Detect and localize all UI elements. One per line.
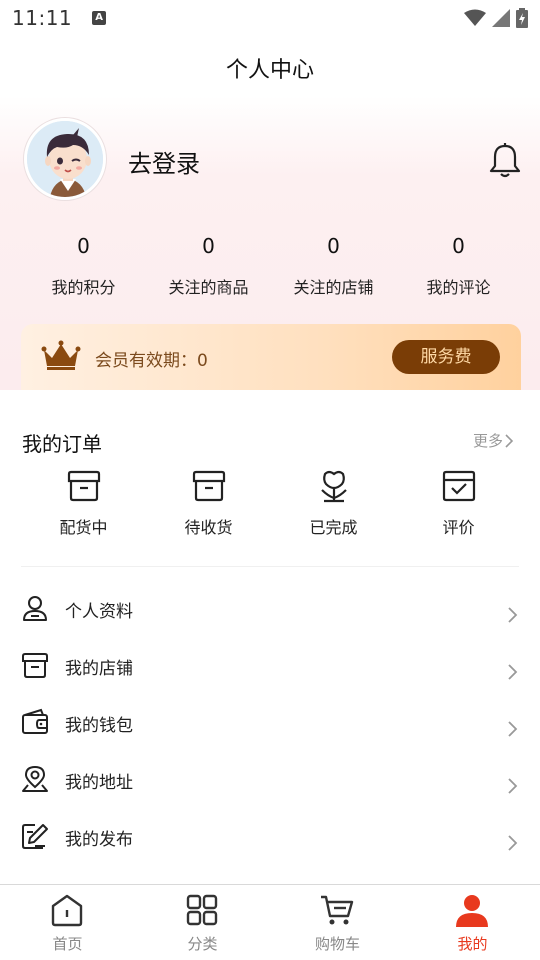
menu-item-my-store[interactable]: 我的店铺 (0, 624, 540, 681)
menu-item-address[interactable]: 我的地址 (0, 738, 540, 795)
membership-card: 会员有效期：0 服务费 (21, 324, 521, 390)
service-fee-button[interactable]: 服务费 (392, 340, 500, 374)
stat-value: 0 (327, 234, 340, 258)
chevron-right-icon (508, 778, 518, 794)
stat-value: 0 (202, 234, 215, 258)
tab-label: 分类 (187, 935, 218, 953)
stats-row: 0 我的积分 0 关注的商品 0 关注的店铺 0 我的评论 (21, 232, 521, 298)
stat-value: 0 (77, 234, 90, 258)
order-label: 配货中 (59, 518, 108, 537)
stat-comments[interactable]: 0 我的评论 (396, 232, 521, 298)
menu-label: 我的发布 (65, 830, 133, 850)
stat-followed-products[interactable]: 0 关注的商品 (146, 232, 271, 298)
tab-label: 首页 (52, 935, 83, 953)
notification-icon: A (92, 11, 107, 25)
avatar[interactable] (24, 118, 106, 200)
stat-label: 我的积分 (51, 278, 116, 297)
person-icon (456, 895, 488, 927)
store-icon (22, 653, 48, 678)
chevron-right-icon (508, 607, 518, 623)
order-label: 待收货 (184, 518, 233, 537)
menu-item-my-posts[interactable]: 我的发布 (0, 795, 540, 852)
menu-label: 我的钱包 (65, 716, 133, 736)
box-icon (67, 470, 100, 502)
stat-points[interactable]: 0 我的积分 (21, 232, 146, 298)
chevron-right-icon (505, 433, 514, 448)
flower-icon (320, 470, 347, 503)
order-label: 已完成 (309, 518, 358, 537)
chevron-right-icon (508, 835, 518, 851)
status-bar: 11:11 A (0, 0, 540, 36)
user-icon (23, 596, 47, 621)
page-title: 个人中心 (225, 58, 314, 83)
menu-item-wallet[interactable]: 我的钱包 (0, 681, 540, 738)
menu-item-profile[interactable]: 个人资料 (0, 567, 540, 624)
cart-icon (321, 895, 354, 925)
menu-label: 个人资料 (65, 602, 133, 622)
tab-mine[interactable]: 我的 (405, 885, 540, 960)
menu-label: 我的地址 (65, 773, 133, 793)
check-box-icon (442, 470, 475, 502)
location-icon (22, 765, 48, 792)
order-review[interactable]: 评价 (396, 468, 521, 538)
orders-more-link[interactable]: 更多 (473, 430, 515, 451)
login-link[interactable]: 去登录 (128, 144, 200, 179)
bottom-tab-bar: 首页 分类 购物车 我的 (0, 884, 540, 960)
stat-value: 0 (452, 234, 465, 258)
chevron-right-icon (508, 721, 518, 737)
membership-expiry: 会员有效期：0 (95, 351, 208, 371)
menu-label: 我的店铺 (65, 659, 133, 679)
tab-category[interactable]: 分类 (135, 885, 270, 960)
order-to-receive[interactable]: 待收货 (146, 468, 271, 538)
tab-cart[interactable]: 购物车 (270, 885, 405, 960)
signal-icon (492, 9, 510, 27)
home-icon (51, 894, 83, 927)
stat-label: 关注的店铺 (293, 278, 374, 297)
grid-icon (186, 894, 218, 926)
menu-list: 个人资料 我的店铺 我的钱包 我的地址 我的发布 (0, 567, 540, 852)
battery-icon (516, 8, 528, 28)
order-label: 评价 (442, 518, 475, 537)
orders-section: 我的订单 更多 配货中 待收货 已完成 评价 (0, 390, 540, 566)
bell-icon (489, 143, 521, 178)
order-status-row: 配货中 待收货 已完成 评价 (21, 468, 521, 538)
edit-icon (22, 824, 48, 849)
stat-label: 我的评论 (426, 278, 491, 297)
tab-label: 我的 (457, 935, 488, 953)
order-completed[interactable]: 已完成 (271, 468, 396, 538)
chevron-right-icon (508, 664, 518, 680)
wallet-icon (22, 708, 48, 734)
orders-title: 我的订单 (22, 432, 102, 456)
box-icon (192, 470, 225, 502)
tab-label: 购物车 (314, 935, 360, 953)
stat-followed-shops[interactable]: 0 关注的店铺 (271, 232, 396, 298)
crown-icon (41, 340, 81, 370)
tab-home[interactable]: 首页 (0, 885, 135, 960)
status-time: 11:11 (12, 6, 73, 30)
notification-button[interactable] (488, 142, 522, 178)
more-label: 更多 (473, 432, 504, 450)
wifi-icon (464, 9, 486, 26)
order-pending-shipment[interactable]: 配货中 (21, 468, 146, 538)
stat-label: 关注的商品 (168, 278, 249, 297)
status-indicators (464, 8, 528, 28)
